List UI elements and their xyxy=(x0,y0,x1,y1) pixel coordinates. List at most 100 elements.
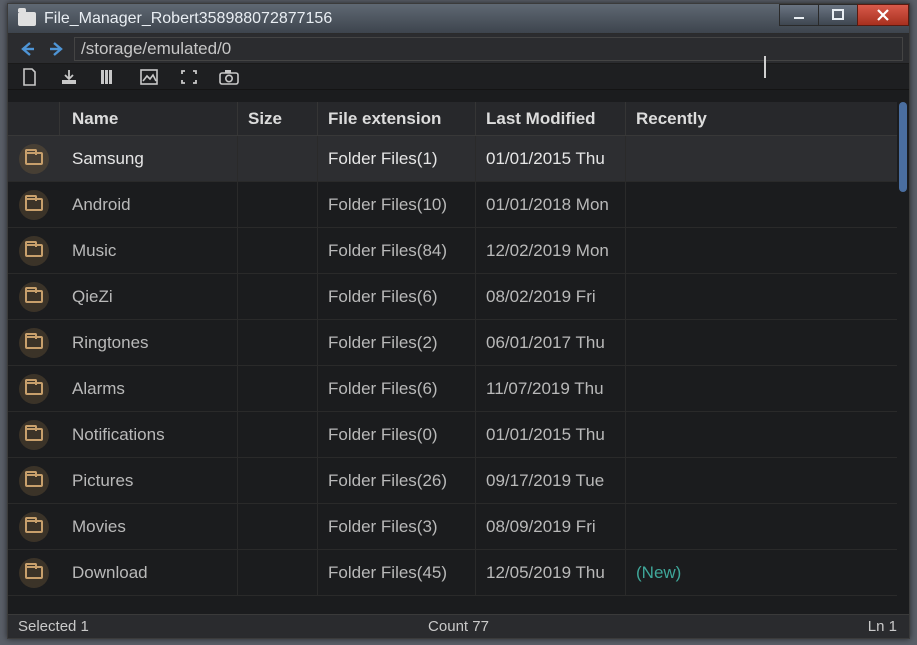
row-icon-cell xyxy=(8,412,60,457)
table-row[interactable]: QieZi Folder Files(6)08/02/2019 Fri xyxy=(8,274,897,320)
column-ext[interactable]: File extension xyxy=(318,102,476,135)
image-view-button[interactable] xyxy=(138,67,160,87)
back-button[interactable] xyxy=(14,37,40,61)
table-row[interactable]: Samsung Folder Files(1)01/01/2015 Thu xyxy=(8,136,897,182)
row-size xyxy=(238,458,318,503)
row-recently xyxy=(626,274,726,319)
row-icon-cell xyxy=(8,504,60,549)
minimize-button[interactable] xyxy=(779,4,819,26)
storage-button[interactable] xyxy=(18,67,40,87)
row-size xyxy=(238,136,318,181)
table-row[interactable]: Notifications Folder Files(0)01/01/2015 T… xyxy=(8,412,897,458)
row-ext: Folder Files(6) xyxy=(318,274,476,319)
table-row[interactable]: Pictures Folder Files(26)09/17/2019 Tue xyxy=(8,458,897,504)
row-recently xyxy=(626,182,726,227)
folder-icon xyxy=(19,374,49,404)
folder-icon xyxy=(19,282,49,312)
table-row[interactable]: AlarmsFolder Files(6)11/07/2019 Thu xyxy=(8,366,897,412)
row-icon-cell xyxy=(8,458,60,503)
row-name: Movies xyxy=(60,504,238,549)
path-input[interactable] xyxy=(74,37,903,61)
table-row[interactable]: MoviesFolder Files(3)08/09/2019 Fri xyxy=(8,504,897,550)
column-name[interactable]: Name xyxy=(60,102,238,135)
row-ext: Folder Files(1) xyxy=(318,136,476,181)
row-name: Music xyxy=(60,228,238,273)
row-name: Samsung xyxy=(60,136,238,181)
row-ext: Folder Files(45) xyxy=(318,550,476,595)
row-icon-cell xyxy=(8,182,60,227)
folder-icon xyxy=(19,420,49,450)
row-size xyxy=(238,274,318,319)
fullscreen-button[interactable] xyxy=(178,67,200,87)
row-modified: 08/02/2019 Fri xyxy=(476,274,626,319)
titlebar[interactable]: File_Manager_Robert358988072877156 xyxy=(8,4,909,34)
folder-icon xyxy=(19,512,49,542)
row-modified: 09/17/2019 Tue xyxy=(476,458,626,503)
row-recently xyxy=(626,458,726,503)
row-recently xyxy=(626,504,726,549)
row-size xyxy=(238,182,318,227)
window-title: File_Manager_Robert358988072877156 xyxy=(44,10,332,28)
row-name: Notifications xyxy=(60,412,238,457)
app-icon xyxy=(18,12,36,26)
image-icon xyxy=(140,69,158,85)
download-icon xyxy=(60,68,78,86)
row-recently xyxy=(626,412,726,457)
camera-button[interactable] xyxy=(218,67,240,87)
window-controls xyxy=(780,4,909,26)
row-modified: 11/07/2019 Thu xyxy=(476,366,626,411)
close-button[interactable] xyxy=(857,4,909,26)
vertical-scrollbar[interactable] xyxy=(899,102,907,192)
row-modified: 06/01/2017 Thu xyxy=(476,320,626,365)
table-row[interactable]: Download Folder Files(45)12/05/2019 Thu(N… xyxy=(8,550,897,596)
row-ext: Folder Files(3) xyxy=(318,504,476,549)
table-body: SamsungFolder Files(1)01/01/2015 ThuAndr… xyxy=(8,136,897,596)
row-ext: Folder Files(10) xyxy=(318,182,476,227)
row-name: Ringtones xyxy=(60,320,238,365)
close-icon xyxy=(875,7,891,23)
row-size xyxy=(238,550,318,595)
navbar xyxy=(8,34,909,64)
sdcard-icon xyxy=(21,68,37,86)
arrow-left-icon xyxy=(18,40,36,58)
row-modified: 01/01/2018 Mon xyxy=(476,182,626,227)
row-size xyxy=(238,228,318,273)
row-name: Download xyxy=(60,550,238,595)
download-button[interactable] xyxy=(58,67,80,87)
row-modified: 12/02/2019 Mon xyxy=(476,228,626,273)
column-modified[interactable]: Last Modified xyxy=(476,102,626,135)
row-ext: Folder Files(0) xyxy=(318,412,476,457)
folder-icon xyxy=(19,190,49,220)
maximize-button[interactable] xyxy=(818,4,858,26)
row-modified: 01/01/2015 Thu xyxy=(476,136,626,181)
row-icon-cell xyxy=(8,366,60,411)
list-view-button[interactable] xyxy=(98,67,120,87)
folder-icon xyxy=(19,466,49,496)
column-recently[interactable]: Recently xyxy=(626,102,726,135)
row-ext: Folder Files(26) xyxy=(318,458,476,503)
row-name: Pictures xyxy=(60,458,238,503)
row-recently: (New) xyxy=(626,550,726,595)
maximize-icon xyxy=(831,8,845,22)
row-modified: 01/01/2015 Thu xyxy=(476,412,626,457)
forward-button[interactable] xyxy=(44,37,70,61)
list-icon xyxy=(100,69,118,85)
row-icon-cell xyxy=(8,550,60,595)
row-modified: 12/05/2019 Thu xyxy=(476,550,626,595)
table-row[interactable]: AndroidFolder Files(10)01/01/2018 Mon xyxy=(8,182,897,228)
table-row[interactable]: MusicFolder Files(84)12/02/2019 Mon xyxy=(8,228,897,274)
row-recently xyxy=(626,228,726,273)
row-size xyxy=(238,504,318,549)
row-ext: Folder Files(6) xyxy=(318,366,476,411)
toolbar xyxy=(8,64,909,90)
arrow-right-icon xyxy=(48,40,66,58)
text-cursor-icon xyxy=(764,56,766,78)
row-size xyxy=(238,412,318,457)
column-icon[interactable] xyxy=(8,102,60,135)
table-row[interactable]: Ringtones Folder Files(2)06/01/2017 Thu xyxy=(8,320,897,366)
row-name: QieZi xyxy=(60,274,238,319)
row-ext: Folder Files(2) xyxy=(318,320,476,365)
column-size[interactable]: Size xyxy=(238,102,318,135)
row-size xyxy=(238,320,318,365)
fullscreen-icon xyxy=(180,69,198,85)
